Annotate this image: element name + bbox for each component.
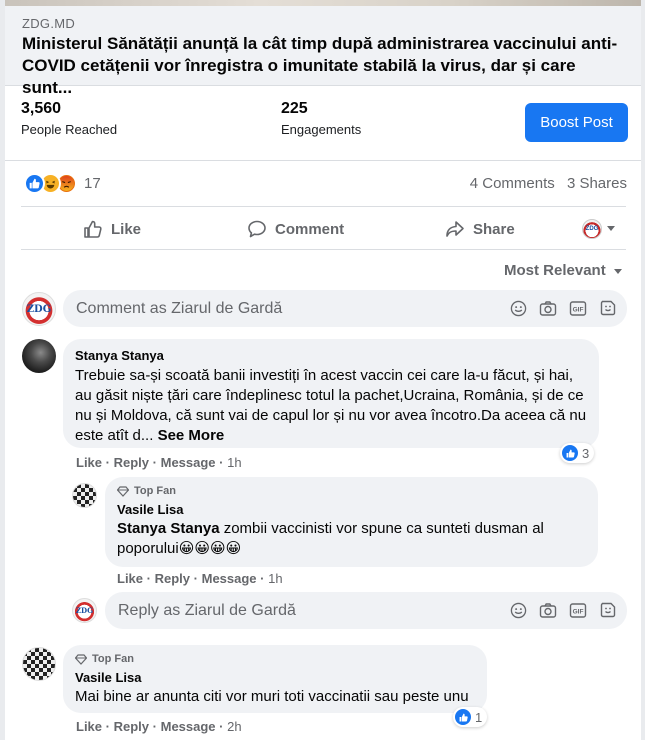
comment-sort-dropdown[interactable]: Most Relevant [504, 262, 606, 279]
people-reached-label: People Reached [21, 122, 118, 137]
comment-button[interactable]: Comment [247, 217, 344, 241]
comment-message-link[interactable]: Message [161, 455, 216, 470]
reply-like-link[interactable]: Like [117, 571, 143, 586]
comment-reaction-badge[interactable]: 1 [453, 707, 488, 727]
comment-input-placeholder: Comment as Ziarul de Gardă [76, 300, 283, 317]
reply-reply-link[interactable]: Reply [155, 571, 190, 586]
comment-time[interactable]: 1h [227, 455, 241, 470]
chevron-down-icon[interactable] [607, 226, 615, 231]
reply-time[interactable]: 1h [268, 571, 282, 586]
like-icon [455, 709, 471, 725]
reply-meta: Like · Reply · Message · 1h [117, 571, 283, 586]
comment-bubble-icon [248, 220, 266, 238]
share-arrow-icon [446, 221, 464, 237]
reply-bubble: Top Fan Vasile Lisa Stanya Stanya zombii… [105, 477, 598, 567]
top-fan-badge: Top Fan [117, 485, 586, 497]
people-reached-value: 3,560 [21, 100, 62, 117]
commenter-avatar[interactable] [72, 483, 97, 508]
comment-label: Comment [275, 220, 345, 238]
page-avatar-selector[interactable]: ZDG [582, 219, 602, 239]
comment-bubble: Top Fan Vasile Lisa Mai bine ar anunta c… [63, 645, 487, 713]
comment-reaction-count: 3 [582, 445, 590, 461]
commenter-avatar[interactable] [22, 339, 56, 373]
shares-count-link[interactable]: 3 Shares [567, 175, 627, 192]
divider [5, 160, 641, 161]
emoji-icon[interactable] [509, 299, 527, 317]
like-button[interactable]: Like [83, 217, 141, 241]
comment-author[interactable]: Vasile Lisa [75, 670, 475, 685]
comment-like-link[interactable]: Like [76, 719, 102, 734]
commenter-avatar[interactable] [22, 647, 56, 681]
comment-body: Trebuie sa-și scoată banii investiți în … [75, 367, 587, 444]
comment-text: Mai bine ar anunta citi vor muri toti va… [75, 688, 469, 705]
svg-text:GIF: GIF [573, 608, 584, 615]
top-fan-badge: Top Fan [75, 653, 475, 665]
top-fan-label: Top Fan [92, 653, 134, 665]
engagements-stat[interactable]: 225 Engagements [281, 100, 361, 137]
divider [21, 206, 626, 207]
comment-reaction-count: 1 [475, 709, 483, 725]
mention-link[interactable]: Stanya Stanya [117, 520, 220, 537]
comment-text: Trebuie sa-și scoată banii investiți în … [75, 366, 587, 446]
share-label: Share [473, 220, 515, 238]
comment-message-link[interactable]: Message [161, 719, 216, 734]
like-icon [562, 445, 578, 461]
reply-input[interactable]: Reply as Ziarul de Gardă GIF [105, 592, 627, 629]
post-card: ZDG.MD Ministerul Sănătății anunță la câ… [5, 0, 641, 740]
comment-input-tools: GIF [509, 299, 617, 317]
sort-label: Most Relevant [504, 262, 606, 279]
chevron-down-icon[interactable] [614, 269, 622, 274]
like-label: Like [111, 220, 142, 238]
link-title[interactable]: Ministerul Sănătății anunță la cât timp … [22, 33, 622, 99]
emoji-icon[interactable] [509, 601, 527, 619]
comment-meta: Like · Reply · Message · 2h [76, 719, 242, 734]
reply-author[interactable]: Vasile Lisa [117, 502, 586, 517]
comment-time[interactable]: 2h [227, 719, 241, 734]
comment-reply-link[interactable]: Reply [114, 455, 149, 470]
comment-reaction-badge[interactable]: 3 [560, 443, 595, 463]
diamond-icon [117, 485, 129, 497]
comment-meta: Like · Reply · Message · 1h [76, 455, 242, 470]
sticker-icon[interactable] [599, 299, 617, 317]
comment-author[interactable]: Stanya Stanya [75, 348, 587, 363]
camera-icon[interactable] [539, 601, 557, 619]
share-button[interactable]: Share [445, 217, 515, 241]
camera-icon[interactable] [539, 299, 557, 317]
comment-input[interactable]: Comment as Ziarul de Gardă GIF [63, 290, 627, 327]
engagements-value: 225 [281, 100, 308, 117]
gif-icon[interactable]: GIF [569, 299, 587, 317]
link-preview[interactable]: ZDG.MD Ministerul Sănătății anunță la câ… [5, 6, 641, 97]
like-icon [24, 172, 45, 194]
reply-input-placeholder: Reply as Ziarul de Gardă [118, 602, 296, 619]
reply-input-tools: GIF [509, 601, 617, 619]
diamond-icon [75, 653, 87, 665]
reply-message-link[interactable]: Message [202, 571, 257, 586]
comment-reply-link[interactable]: Reply [114, 719, 149, 734]
comment-bubble: Stanya Stanya Trebuie sa-și scoată banii… [63, 339, 599, 448]
people-reached-stat[interactable]: 3,560 People Reached [21, 100, 117, 137]
gif-icon[interactable]: GIF [569, 601, 587, 619]
divider [21, 249, 626, 250]
boost-post-button[interactable]: Boost Post [525, 103, 628, 142]
engagements-label: Engagements [281, 122, 362, 137]
reply-text: Stanya Stanya zombii vaccinisti vor spun… [117, 519, 586, 559]
comments-count-link[interactable]: 4 Comments [470, 175, 555, 192]
comment-like-link[interactable]: Like [76, 455, 102, 470]
comments-shares-summary: 4 Comments 3 Shares [470, 175, 627, 192]
page-avatar[interactable]: ZDG [22, 292, 56, 326]
svg-text:GIF: GIF [573, 306, 584, 313]
link-domain: ZDG.MD [22, 16, 76, 31]
reaction-count: 17 [84, 174, 101, 192]
top-fan-label: Top Fan [134, 485, 176, 497]
sticker-icon[interactable] [599, 601, 617, 619]
reactions-summary[interactable]: 17 [24, 172, 101, 194]
thumbs-up-icon [84, 220, 102, 238]
see-more-link[interactable]: See More [158, 427, 225, 444]
page-avatar[interactable]: ZDG [72, 598, 97, 623]
